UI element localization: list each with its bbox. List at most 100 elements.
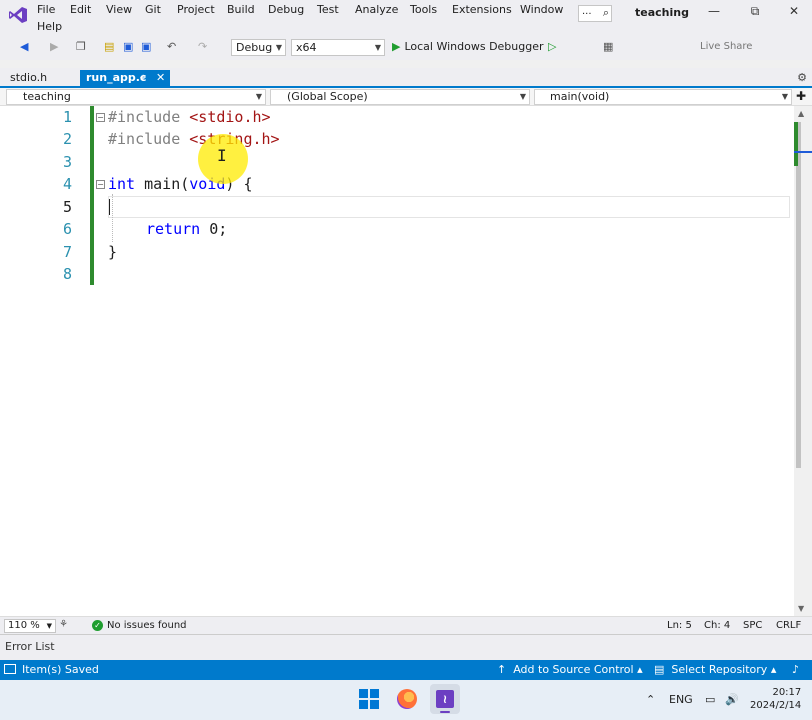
zoom-value: 110 % [8,620,40,631]
scrollbar-caret-marker [794,151,812,153]
scroll-down-icon[interactable]: ▼ [798,604,804,613]
visual-studio-logo-icon [9,7,27,23]
gear-icon[interactable]: ⚙ [797,71,807,84]
line-number: 4 [62,175,72,193]
menu-extensions[interactable]: Extensions [452,3,512,16]
visual-studio-window: File Edit View Git Project Build Debug T… [0,0,812,720]
project-dropdown[interactable]: teaching ▼ [6,89,266,105]
code-editor[interactable]: 1 2 3 4 5 6 7 8 − − #include <stdio.h> #… [0,106,794,616]
chevron-down-icon: ▼ [255,92,262,101]
line-number: 3 [62,153,72,171]
clock-date: 2024/2/14 [750,700,802,711]
intellicode-icon[interactable]: ⚘ [59,619,68,630]
close-button[interactable]: ✕ [784,4,804,18]
line-number: 6 [62,220,72,238]
start-debugging-button[interactable]: ▶ Local Windows Debugger [392,40,544,53]
undo-icon[interactable]: ↶ [167,40,176,53]
chevron-down-icon: ▼ [519,92,526,101]
line-number-current: 5 [62,198,72,216]
select-repository-button[interactable]: ▤ Select Repository ▴ [654,663,776,676]
menu-analyze[interactable]: Analyze [355,3,398,16]
menu-debug[interactable]: Debug [268,3,304,16]
code-line-1: #include <stdio.h> [108,108,271,126]
input-language[interactable]: ENG [669,693,693,706]
windows-taskbar: ≀ ⌃ ENG ▭ 🔊 20:17 2024/2/14 [0,680,812,720]
member-value: main(void) [550,90,610,103]
status-saved: Item(s) Saved [4,663,99,676]
redo-icon[interactable]: ↷ [198,40,207,53]
menu-file[interactable]: File [37,3,55,16]
save-icon[interactable]: ▣ [123,40,133,53]
search-box[interactable]: ... ⌕ [578,5,612,22]
menu-help[interactable]: Help [37,20,62,33]
column-position[interactable]: Ch: 4 [704,620,730,631]
platform-dropdown[interactable]: x64 ▼ [291,39,385,56]
windows-start-icon[interactable] [359,689,379,709]
tab-label: run_app.c [86,71,147,84]
scroll-up-icon[interactable]: ▲ [798,109,804,118]
save-all-icon[interactable]: ▣ [141,40,151,53]
ibeam-cursor-icon: I [217,146,227,165]
tab-run-app-c[interactable]: run_app.c ⌖ ✕ [80,70,170,86]
configuration-value: Debug [236,41,273,54]
network-icon[interactable]: ▭ [705,693,715,706]
line-number: 2 [62,130,72,148]
chevron-down-icon: ▼ [275,43,282,52]
minimize-button[interactable]: — [704,4,724,18]
add-to-source-control-button[interactable]: ↑ Add to Source Control ▴ [497,663,643,676]
line-number: 1 [62,108,72,126]
start-without-debugging-icon[interactable]: ▷ [548,40,556,53]
document-tab-strip: stdio.h run_app.c ⌖ ✕ ⚙ [0,68,812,88]
change-tracking-bar [90,106,94,285]
navigation-bar: teaching ▼ (Global Scope) ▼ main(void) ▼… [0,88,812,106]
live-share-button[interactable]: Live Share [700,41,752,52]
line-position[interactable]: Ln: 5 [667,620,692,631]
scrollbar-thumb[interactable] [796,122,801,468]
platform-value: x64 [296,41,317,54]
error-list-panel: Error List [0,634,812,660]
menu-tools[interactable]: Tools [410,3,437,16]
restore-button[interactable]: ⧉ [745,4,765,19]
system-clock[interactable]: 20:17 2024/2/14 [750,686,801,712]
split-icon[interactable]: ✚ [796,89,806,103]
pin-icon[interactable]: ⌖ [140,71,146,85]
chevron-up-icon[interactable]: ⌃ [646,693,655,706]
toolbar-overflow-icon[interactable]: ▦ [603,40,613,53]
line-ending[interactable]: CRLF [776,620,801,631]
zoom-dropdown[interactable]: 110 % ▼ [4,619,56,633]
firefox-icon[interactable] [397,689,417,709]
current-line-highlight [108,196,790,218]
new-project-icon[interactable]: ❐ [76,40,86,53]
fold-collapse-icon[interactable]: − [96,113,105,122]
volume-icon[interactable]: 🔊 [725,693,739,706]
active-indicator [440,711,450,713]
menu-view[interactable]: View [106,3,132,16]
visual-studio-taskbar-icon[interactable]: ≀ [430,684,460,714]
menu-git[interactable]: Git [145,3,161,16]
menu-test[interactable]: Test [317,3,339,16]
chevron-down-icon: ▼ [46,622,52,630]
tab-label: stdio.h [10,71,48,84]
menu-window[interactable]: Window [520,3,563,16]
back-icon[interactable]: ◀ [20,40,28,53]
scope-dropdown[interactable]: (Global Scope) ▼ [270,89,530,105]
search-placeholder: ... [582,6,592,17]
close-tab-icon[interactable]: ✕ [156,71,165,84]
code-line-2: #include <string.h> [108,130,280,148]
notifications-bell-icon[interactable]: ♪ [792,663,799,676]
tab-stdio-h[interactable]: stdio.h [4,70,53,86]
solution-name: teaching [635,6,689,19]
text-caret [109,199,110,215]
forward-icon[interactable]: ▶ [50,40,58,53]
menu-project[interactable]: Project [177,3,215,16]
error-list-tab[interactable]: Error List [5,640,55,653]
fold-collapse-icon[interactable]: − [96,180,105,189]
play-icon: ▶ [392,40,401,53]
menu-build[interactable]: Build [227,3,255,16]
menu-edit[interactable]: Edit [70,3,91,16]
issues-status[interactable]: No issues found [107,620,187,631]
configuration-dropdown[interactable]: Debug ▼ [231,39,286,56]
member-dropdown[interactable]: main(void) ▼ [534,89,792,105]
whitespace-mode[interactable]: SPC [743,620,762,631]
open-folder-icon[interactable]: ▤ [104,40,114,53]
